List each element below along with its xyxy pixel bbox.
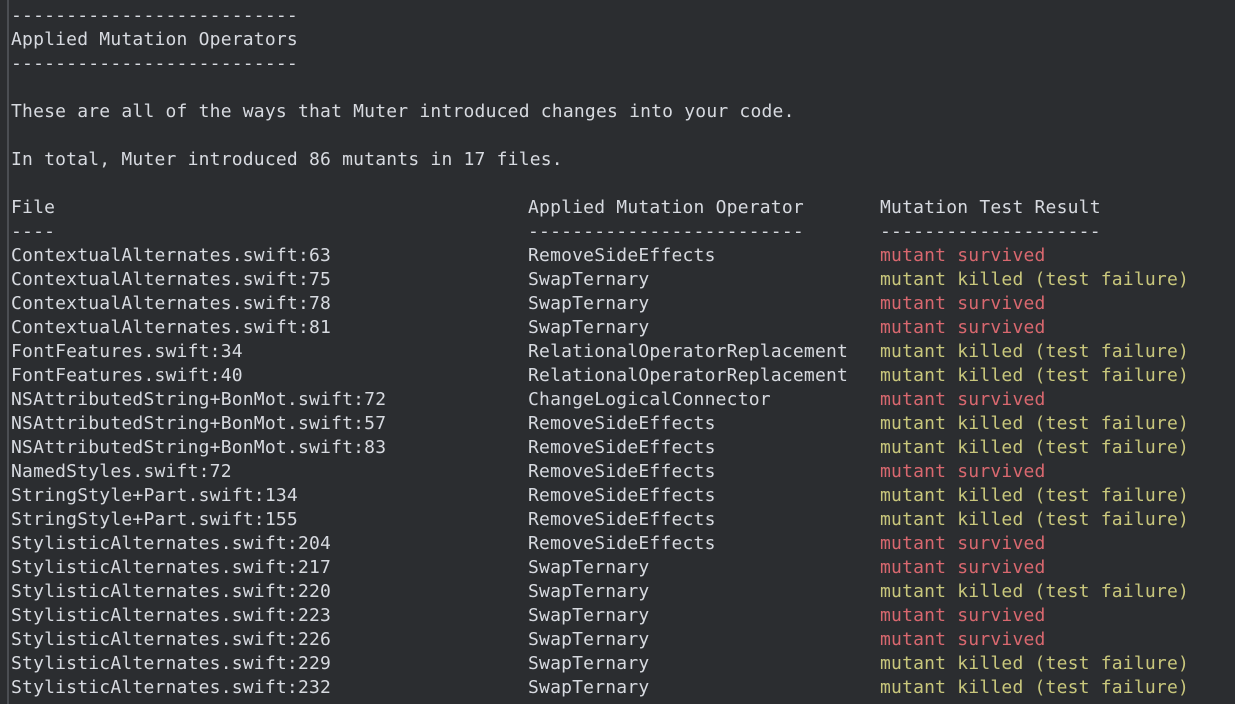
row-result: mutant killed (test failure) bbox=[880, 653, 1190, 674]
row-file: NamedStyles.swift:72 bbox=[11, 461, 232, 482]
row-operator: SwapTernary bbox=[528, 293, 650, 314]
row-operator: SwapTernary bbox=[528, 605, 650, 626]
column-header-operator: Applied Mutation Operator bbox=[528, 197, 804, 218]
row-result: mutant killed (test failure) bbox=[880, 677, 1190, 698]
column-header-file: File bbox=[11, 197, 56, 218]
row-result: mutant killed (test failure) bbox=[880, 509, 1190, 530]
row-operator: RelationalOperatorReplacement bbox=[528, 341, 849, 362]
row-file: StylisticAlternates.swift:232 bbox=[11, 677, 332, 698]
header-divider-top: -------------------------- bbox=[11, 5, 298, 26]
row-result: mutant survived bbox=[880, 629, 1046, 650]
row-operator: SwapTernary bbox=[528, 317, 650, 338]
row-result: mutant survived bbox=[880, 317, 1046, 338]
row-file: StringStyle+Part.swift:134 bbox=[11, 485, 298, 506]
row-result: mutant survived bbox=[880, 605, 1046, 626]
row-file: ContextualAlternates.swift:63 bbox=[11, 245, 332, 266]
terminal-gutter bbox=[7, 0, 9, 704]
row-file: StringStyle+Part.swift:155 bbox=[11, 509, 298, 530]
row-result: mutant killed (test failure) bbox=[880, 269, 1190, 290]
row-file: FontFeatures.swift:40 bbox=[11, 365, 243, 386]
row-result: mutant killed (test failure) bbox=[880, 413, 1190, 434]
row-result: mutant killed (test failure) bbox=[880, 437, 1190, 458]
row-operator: RemoveSideEffects bbox=[528, 413, 716, 434]
header-divider-bottom: -------------------------- bbox=[11, 53, 298, 74]
row-file: ContextualAlternates.swift:78 bbox=[11, 293, 332, 314]
row-result: mutant killed (test failure) bbox=[880, 365, 1190, 386]
column-header-result: Mutation Test Result bbox=[880, 197, 1101, 218]
row-operator: ChangeLogicalConnector bbox=[528, 389, 771, 410]
row-operator: SwapTernary bbox=[528, 581, 650, 602]
row-file: StylisticAlternates.swift:217 bbox=[11, 557, 332, 578]
row-operator: SwapTernary bbox=[528, 677, 650, 698]
row-result: mutant killed (test failure) bbox=[880, 341, 1190, 362]
intro-summary: In total, Muter introduced 86 mutants in… bbox=[11, 149, 563, 170]
row-result: mutant survived bbox=[880, 461, 1046, 482]
row-operator: RemoveSideEffects bbox=[528, 437, 716, 458]
row-operator: RemoveSideEffects bbox=[528, 485, 716, 506]
row-file: StylisticAlternates.swift:204 bbox=[11, 533, 332, 554]
row-file: StylisticAlternates.swift:226 bbox=[11, 629, 332, 650]
row-operator: SwapTernary bbox=[528, 557, 650, 578]
header-title: Applied Mutation Operators bbox=[11, 29, 298, 50]
terminal-output: -------------------------- Applied Mutat… bbox=[0, 0, 1235, 704]
row-file: NSAttributedString+BonMot.swift:72 bbox=[11, 389, 387, 410]
row-result: mutant killed (test failure) bbox=[880, 485, 1190, 506]
row-file: NSAttributedString+BonMot.swift:57 bbox=[11, 413, 387, 434]
row-file: ContextualAlternates.swift:81 bbox=[11, 317, 332, 338]
row-file: FontFeatures.swift:34 bbox=[11, 341, 243, 362]
row-file: StylisticAlternates.swift:220 bbox=[11, 581, 332, 602]
row-file: StylisticAlternates.swift:229 bbox=[11, 653, 332, 674]
column-underline-result: -------------------- bbox=[880, 221, 1101, 242]
column-underline-file: ---- bbox=[11, 221, 56, 242]
row-result: mutant survived bbox=[880, 293, 1046, 314]
row-operator: RelationalOperatorReplacement bbox=[528, 365, 849, 386]
row-operator: RemoveSideEffects bbox=[528, 533, 716, 554]
row-file: StylisticAlternates.swift:223 bbox=[11, 605, 332, 626]
row-operator: SwapTernary bbox=[528, 629, 650, 650]
intro-description: These are all of the ways that Muter int… bbox=[11, 101, 795, 122]
column-underline-operator: ------------------------- bbox=[528, 221, 804, 242]
row-result: mutant survived bbox=[880, 389, 1046, 410]
row-result: mutant killed (test failure) bbox=[880, 581, 1190, 602]
row-operator: RemoveSideEffects bbox=[528, 245, 716, 266]
row-operator: SwapTernary bbox=[528, 269, 650, 290]
row-file: NSAttributedString+BonMot.swift:83 bbox=[11, 437, 387, 458]
row-result: mutant survived bbox=[880, 557, 1046, 578]
row-result: mutant survived bbox=[880, 245, 1046, 266]
row-operator: RemoveSideEffects bbox=[528, 461, 716, 482]
row-operator: RemoveSideEffects bbox=[528, 509, 716, 530]
row-result: mutant survived bbox=[880, 533, 1046, 554]
row-file: ContextualAlternates.swift:75 bbox=[11, 269, 332, 290]
row-operator: SwapTernary bbox=[528, 653, 650, 674]
